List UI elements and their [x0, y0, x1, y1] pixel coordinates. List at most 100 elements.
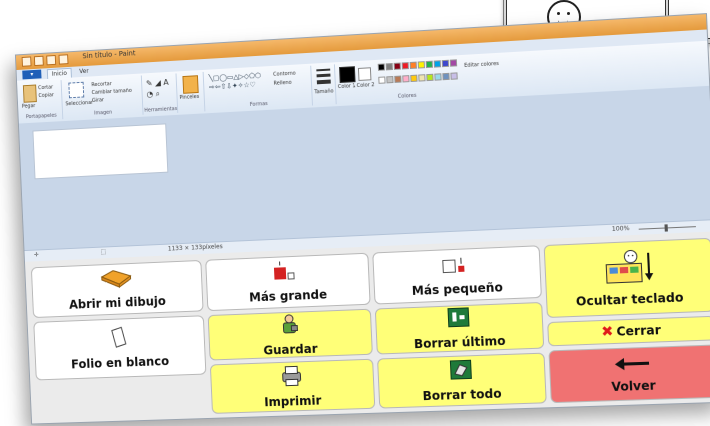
fill-label[interactable]: Relleno: [273, 80, 291, 87]
group-brushes: Pinceles: [177, 71, 206, 113]
canvas-size-text: 1133 × 133píxeles: [167, 243, 223, 253]
pencil-icon[interactable]: ✎ ◢ A: [146, 78, 169, 88]
folder-icon: [100, 268, 134, 293]
quick-access-toolbar: [21, 54, 75, 67]
redo-quick-icon[interactable]: [58, 54, 69, 65]
color-palette[interactable]: [377, 59, 459, 88]
brush-icon[interactable]: [182, 75, 199, 94]
drawing-canvas[interactable]: [32, 123, 169, 180]
erase-all-icon: [449, 359, 472, 384]
palette-swatch[interactable]: [386, 75, 394, 83]
close-key[interactable]: ✖ Cerrar: [547, 315, 710, 347]
palette-swatch[interactable]: [402, 74, 410, 82]
open-drawing-label: Abrir mi dibujo: [68, 294, 167, 312]
printer-icon: [279, 364, 304, 391]
palette-swatch[interactable]: [377, 63, 385, 71]
palette-swatch[interactable]: [434, 72, 442, 81]
color2-label[interactable]: Color 2: [357, 82, 375, 89]
palette-swatch[interactable]: [401, 62, 409, 70]
group-label-tools: Herramientas: [144, 106, 178, 114]
group-label-clipboard: Portapapeles: [25, 112, 57, 121]
copy-label[interactable]: Copiar: [38, 92, 54, 99]
paste-icon[interactable]: [22, 84, 37, 103]
clear-all-label: Borrar todo: [422, 386, 502, 404]
palette-swatch[interactable]: [449, 59, 458, 67]
save-quick-icon[interactable]: [33, 55, 44, 67]
palette-swatch[interactable]: [418, 73, 426, 82]
size-down-icon: [441, 253, 472, 278]
bigger-label: Más grande: [248, 287, 328, 305]
group-size: Tamaño: [312, 64, 337, 106]
select-label[interactable]: Seleccionar: [65, 100, 93, 107]
hide-keyboard-icon: [599, 248, 657, 289]
palette-swatch[interactable]: [410, 74, 418, 82]
color1-swatch[interactable]: [339, 66, 356, 84]
paste-label[interactable]: Pegar: [22, 103, 36, 110]
print-label: Imprimir: [263, 393, 322, 410]
outline-label[interactable]: Contorno: [273, 71, 296, 78]
file-menu-button[interactable]: ▾: [22, 69, 42, 80]
hide-keyboard-key[interactable]: Ocultar teclado: [543, 237, 710, 319]
window-title: Sin título - Paint: [82, 49, 136, 61]
bigger-key[interactable]: Más grande: [205, 252, 371, 312]
hide-keyboard-label: Ocultar teclado: [575, 290, 684, 309]
print-key[interactable]: Imprimir: [209, 358, 376, 414]
palette-swatch[interactable]: [417, 61, 425, 69]
scene: Sin título - Paint ▾ Inicio Ver Pegar Co…: [0, 0, 710, 426]
cut-label[interactable]: Cortar: [38, 85, 53, 92]
back-arrow-icon: [613, 354, 651, 375]
smaller-key[interactable]: Más pequeño: [372, 245, 542, 305]
open-drawing-key[interactable]: Abrir mi dibujo: [30, 259, 204, 319]
blank-page-icon: [110, 326, 128, 352]
palette-swatch[interactable]: [385, 62, 393, 71]
screenshot-card: Sin título - Paint ▾ Inicio Ver Pegar Co…: [14, 13, 710, 425]
zoom-thumb[interactable]: [664, 224, 668, 232]
undo-last-label: Borrar último: [413, 333, 506, 352]
palette-swatch[interactable]: [441, 59, 450, 68]
close-icon: ✖: [600, 323, 614, 341]
palette-swatch[interactable]: [394, 75, 402, 83]
undo-last-key[interactable]: Borrar último: [374, 301, 545, 355]
onscreen-keyboard: Abrir mi dibujo Folio en blanco Más gran…: [24, 231, 710, 424]
picker-icon[interactable]: ◔ ⌕: [146, 89, 160, 100]
paint-app-icon[interactable]: [21, 56, 32, 67]
tab-ver[interactable]: Ver: [75, 67, 92, 77]
shapes-gallery-row2-icon[interactable]: ⇨⇦⇧⇩✦✧☆♡: [209, 81, 256, 92]
save-person-icon: [278, 312, 301, 339]
resize-label[interactable]: Cambiar tamaño: [92, 88, 132, 96]
color2-swatch[interactable]: [357, 67, 372, 81]
blank-sheet-label: Folio en blanco: [70, 354, 170, 372]
palette-swatch[interactable]: [393, 62, 401, 70]
back-label: Volver: [611, 377, 657, 394]
color1-label[interactable]: Color 1: [338, 83, 356, 90]
paint-window: Sin título - Paint ▾ Inicio Ver Pegar Co…: [15, 14, 710, 263]
size-label[interactable]: Tamaño: [314, 88, 333, 95]
clear-all-key[interactable]: Borrar todo: [377, 352, 547, 409]
palette-swatch[interactable]: [433, 60, 442, 68]
cursor-position-icon: ✛: [33, 251, 40, 259]
rotate-label[interactable]: Girar: [92, 97, 104, 104]
palette-swatch[interactable]: [425, 60, 434, 69]
palette-swatch[interactable]: [409, 61, 417, 70]
group-tools: ✎ ◢ A ◔ ⌕ Herramientas: [142, 73, 179, 115]
edit-colors-label[interactable]: Editar colores: [464, 61, 499, 69]
close-label: Cerrar: [616, 322, 662, 339]
palette-swatch[interactable]: [450, 71, 458, 80]
save-key[interactable]: Guardar: [207, 308, 373, 361]
undo-quick-icon[interactable]: [46, 55, 57, 66]
group-image: Seleccionar Recortar Cambiar tamaño Gira…: [62, 75, 144, 120]
blank-sheet-key[interactable]: Folio en blanco: [33, 315, 207, 381]
zoom-level: 100%: [611, 225, 630, 233]
size-up-icon: [272, 261, 303, 286]
group-shapes: ╲▢◯▭△▷◇⬠⬡ ⇨⇦⇧⇩✦✧☆♡ Contorno Relleno Form…: [204, 65, 313, 112]
palette-swatch[interactable]: [442, 72, 450, 80]
brushes-label[interactable]: Pinceles: [179, 94, 199, 101]
palette-swatch[interactable]: [426, 73, 434, 81]
crop-label[interactable]: Recortar: [91, 81, 112, 88]
smaller-label: Más pequeño: [411, 280, 504, 299]
palette-swatch[interactable]: [378, 75, 386, 84]
back-key[interactable]: Volver: [548, 344, 710, 404]
select-icon[interactable]: [68, 81, 85, 99]
erase-last-icon: [447, 307, 470, 332]
group-clipboard: Pegar Cortar Copiar Portapapeles: [18, 80, 64, 122]
